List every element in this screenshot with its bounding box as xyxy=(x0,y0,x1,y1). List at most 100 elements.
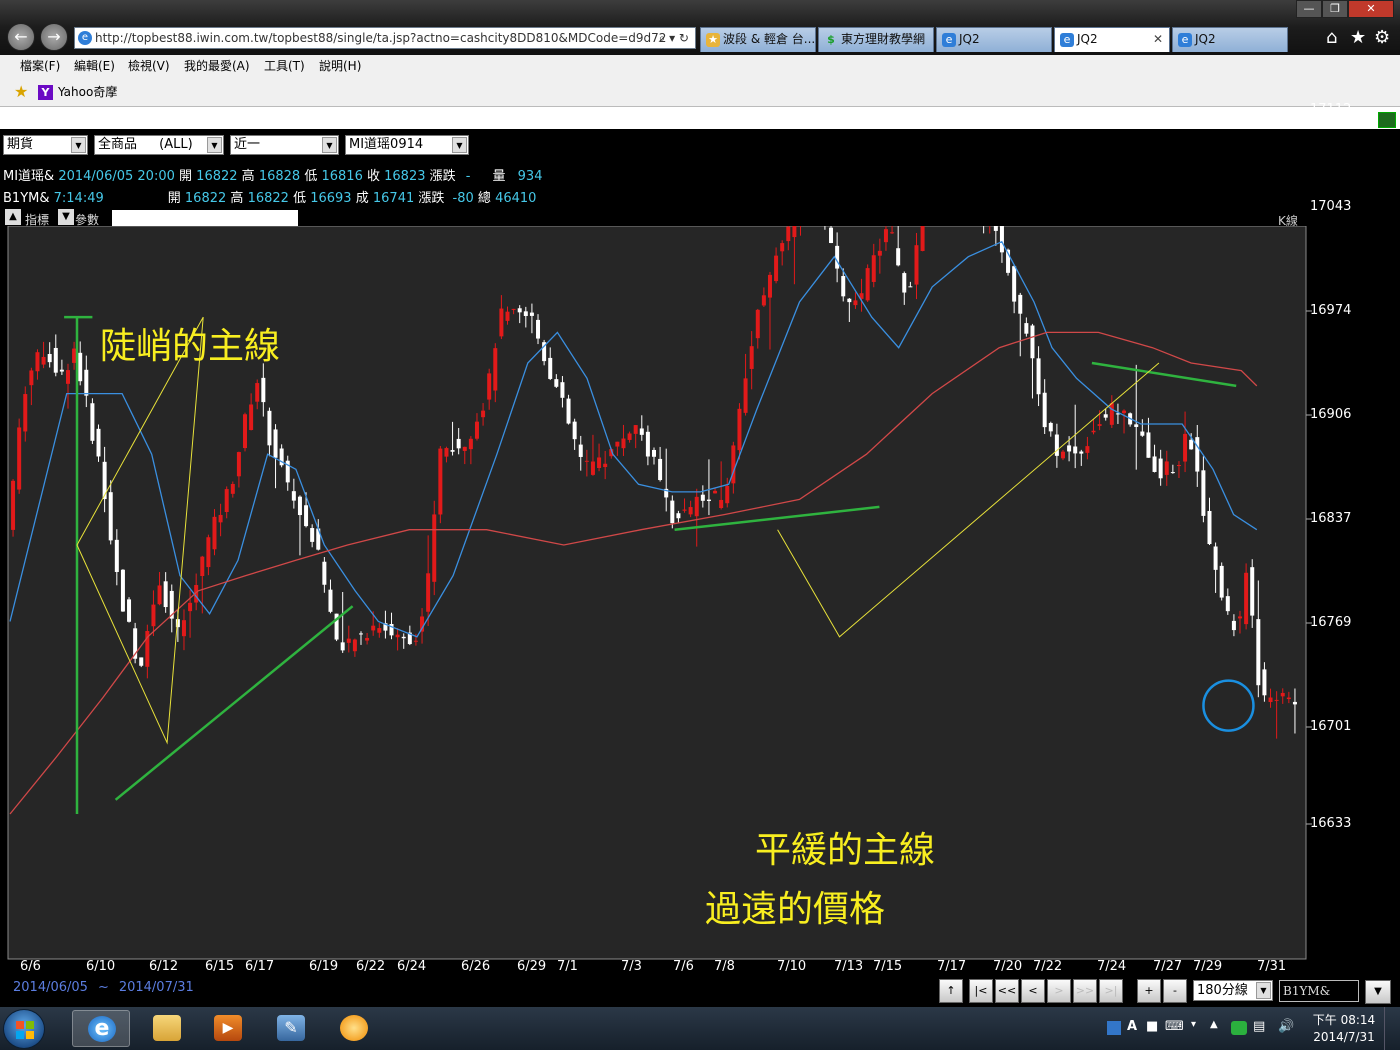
favorite-link-yahoo[interactable]: Yahoo奇摩 xyxy=(58,79,117,105)
period-select[interactable]: 近一 ▼ xyxy=(230,135,339,155)
candle-body xyxy=(993,226,998,231)
restore-button[interactable]: ❐ xyxy=(1322,0,1348,18)
forward-button[interactable]: → xyxy=(40,23,68,51)
back-button[interactable]: ← xyxy=(7,23,35,51)
candle-body xyxy=(1091,430,1096,433)
taskbar-ie[interactable]: e xyxy=(72,1010,130,1047)
market-select[interactable]: 期貨 ▼ xyxy=(3,135,88,155)
symbol-dropdown-button[interactable]: ▼ xyxy=(1365,980,1391,1004)
candle-body xyxy=(719,499,724,509)
y-tick-label: 16974 xyxy=(1310,303,1352,318)
x-date-label: 6/26 xyxy=(461,959,491,974)
line-app-icon[interactable] xyxy=(1231,1021,1247,1035)
start-button[interactable] xyxy=(3,1009,45,1049)
x-date-label: 7/13 xyxy=(834,959,864,974)
candle-body xyxy=(1152,456,1157,472)
ime-a-icon[interactable]: A xyxy=(1127,1019,1137,1034)
add-favorite-star-icon[interactable]: ★ xyxy=(14,79,28,105)
windows-taskbar: e ▶ ✎ A ■ ⌨ ▾ ▲ ▤ 🔊 下午 08:14 2014/7/31 xyxy=(0,1007,1400,1050)
chevron-down-icon: ▼ xyxy=(207,137,222,153)
favorites-bar: ★ Y Yahoo奇摩 xyxy=(0,79,1400,107)
chevron-down-icon: ▼ xyxy=(71,137,86,153)
candle-body xyxy=(96,428,101,457)
indicator-input[interactable] xyxy=(112,210,298,226)
change-label: 漲跌 xyxy=(429,169,456,184)
tray-expand-icon[interactable]: ▲ xyxy=(1210,1019,1218,1030)
x-date-label: 6/10 xyxy=(86,959,116,974)
tab-4[interactable]: e JQ2 xyxy=(1172,27,1288,52)
show-desktop-button[interactable] xyxy=(1384,1007,1400,1050)
candle-body xyxy=(1054,434,1059,456)
param-toggle-down-icon[interactable]: ▼ xyxy=(58,209,74,225)
taskbar-media-player[interactable]: ▶ xyxy=(199,1010,257,1047)
candle-body xyxy=(1140,431,1145,436)
menu-tools[interactable]: 工具(T) xyxy=(264,55,305,77)
indicator-toggle-up-icon[interactable]: ▲ xyxy=(5,209,21,225)
menu-favorites[interactable]: 我的最愛(A) xyxy=(184,55,250,77)
symbol-input[interactable]: B1YM& xyxy=(1279,980,1359,1002)
symbol-select[interactable]: MI道瑶0914 ▼ xyxy=(345,135,469,155)
gear-icon[interactable]: ⚙ xyxy=(1374,27,1390,48)
candle-body xyxy=(230,483,235,494)
last-page-button[interactable]: >| xyxy=(1099,979,1123,1003)
volume-icon[interactable]: 🔊 xyxy=(1278,1019,1294,1034)
home-icon[interactable]: ⌂ xyxy=(1326,27,1337,48)
network-icon[interactable]: ▤ xyxy=(1253,1019,1265,1034)
taskbar-chat[interactable] xyxy=(325,1010,383,1047)
zoom-in-button[interactable]: + xyxy=(1137,979,1161,1003)
favorites-star-icon[interactable]: ★ xyxy=(1350,27,1366,48)
first-page-button[interactable]: |< xyxy=(969,979,993,1003)
candle-body xyxy=(1067,445,1072,452)
keyboard-icon[interactable]: ⌨ xyxy=(1165,1019,1184,1034)
page-forward-button[interactable]: > xyxy=(1047,979,1071,1003)
page-back-fast-button[interactable]: << xyxy=(995,979,1019,1003)
candle-body xyxy=(652,449,656,457)
minimize-button[interactable]: — xyxy=(1296,0,1322,18)
menu-edit[interactable]: 編輯(E) xyxy=(74,55,115,77)
scroll-up-button[interactable]: ↑ xyxy=(939,979,963,1003)
candle-body xyxy=(188,602,193,612)
page-back-button[interactable]: < xyxy=(1021,979,1045,1003)
close-window-button[interactable]: ✕ xyxy=(1348,0,1394,18)
page-forward-fast-button[interactable]: >> xyxy=(1073,979,1097,1003)
candle-body xyxy=(206,537,211,568)
system-clock[interactable]: 下午 08:14 2014/7/31 xyxy=(1310,1012,1378,1046)
candle-body xyxy=(914,245,919,285)
quote-time: 2014/06/05 20:00 xyxy=(58,169,175,184)
candle-body xyxy=(1280,692,1285,697)
ime-fullwidth-icon[interactable]: ■ xyxy=(1146,1019,1158,1034)
x-date-label: 6/12 xyxy=(149,959,179,974)
candle-body xyxy=(529,312,534,316)
menu-file[interactable]: 檔案(F) xyxy=(20,55,60,77)
candle-body xyxy=(224,489,229,513)
last-value: 16741 xyxy=(372,191,415,206)
candle-body xyxy=(255,383,260,402)
tab-2[interactable]: e JQ2 xyxy=(936,27,1052,52)
menu-help[interactable]: 說明(H) xyxy=(319,55,361,77)
tab-0[interactable]: ★ 波段 & 輕倉 台... xyxy=(700,27,816,52)
taskbar-paint[interactable]: ✎ xyxy=(262,1010,320,1047)
ime-options-icon[interactable]: ▾ xyxy=(1191,1019,1196,1030)
close-tab-icon[interactable]: ✕ xyxy=(1153,28,1163,51)
volume-label: 量 xyxy=(492,169,506,184)
applet-status-icon xyxy=(1378,112,1396,128)
candle-body xyxy=(1268,697,1273,703)
address-controls[interactable]: ⌕ ▾ ↻ xyxy=(659,28,689,48)
address-bar[interactable]: e http://topbest88.iwin.com.tw/topbest88… xyxy=(74,27,696,49)
candle-body xyxy=(682,509,687,511)
candle-body xyxy=(474,421,479,439)
candle-body xyxy=(829,227,834,244)
zoom-out-button[interactable]: - xyxy=(1163,979,1187,1003)
taskbar-explorer[interactable] xyxy=(138,1010,196,1047)
interval-select[interactable]: 180分線 ▼ xyxy=(1193,980,1273,1001)
y-tick-label: 16701 xyxy=(1310,719,1352,734)
menu-view[interactable]: 檢視(V) xyxy=(128,55,170,77)
candle-body xyxy=(1292,701,1297,705)
tab-3[interactable]: e JQ2 ✕ xyxy=(1054,27,1170,52)
tab-1[interactable]: $ 東方理財教學網 xyxy=(818,27,934,52)
candle-body xyxy=(1122,410,1127,414)
candle-body xyxy=(755,309,760,339)
product-select[interactable]: 全商品 (ALL) ▼ xyxy=(94,135,224,155)
candle-body xyxy=(536,319,541,339)
tray-app-icon[interactable] xyxy=(1107,1021,1121,1035)
